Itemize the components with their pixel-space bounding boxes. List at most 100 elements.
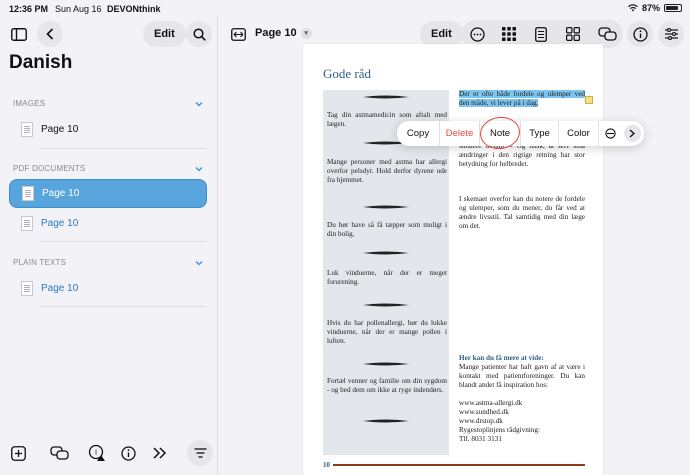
- sidebar-toggle-icon: [11, 27, 27, 41]
- divider: [40, 241, 207, 242]
- highlighted-selection[interactable]: Der er ofte både fordele og ulemper ved …: [459, 90, 585, 107]
- info-button[interactable]: [118, 443, 138, 463]
- status-time: 12:36 PM: [9, 4, 49, 14]
- selection-context-menu: Copy Delete Note Type Color: [397, 121, 644, 146]
- new-item-button[interactable]: [8, 443, 28, 463]
- sidebar-item-pdf-page10-selected[interactable]: Page 10: [9, 179, 207, 208]
- status-bar: 12:36 PM Sun Aug 16 DEVONthink 87%: [0, 0, 690, 16]
- tip-text: Du bør have så få tæpper som muligt i di…: [327, 221, 447, 238]
- chevron-down-icon: ▾: [300, 27, 312, 39]
- add-box-icon: [10, 445, 26, 461]
- tip-text: Mange personer med astma har allergi ove…: [327, 158, 447, 184]
- wifi-icon: [627, 4, 638, 12]
- more-info-block: Her kan du få mere at vide: Mange patien…: [459, 354, 585, 444]
- document-lines-icon: [535, 26, 547, 42]
- page-number: 10: [323, 461, 330, 469]
- sidebar-bottom-toolbar: i: [0, 439, 218, 467]
- divider: [40, 148, 207, 149]
- search-button[interactable]: [186, 21, 212, 47]
- ornament-divider: [363, 303, 409, 307]
- ellipsis-circle-icon: [469, 26, 485, 42]
- delete-menu-item[interactable]: Delete: [440, 121, 479, 146]
- chevron-right-icon: [623, 125, 641, 142]
- sidebar-item-label: Page 10: [41, 217, 79, 229]
- chat-button[interactable]: [48, 443, 72, 463]
- document-thumbnail-icon: [22, 186, 34, 201]
- expand-icon: [230, 27, 246, 41]
- link-line: www.astma-allergi.dk: [459, 399, 523, 407]
- type-menu-item[interactable]: Type: [521, 121, 558, 146]
- document-thumbnail-icon: [21, 215, 33, 231]
- sidebar-toggle-button[interactable]: [6, 20, 32, 48]
- strikethrough-circle-icon: [605, 128, 616, 139]
- sidebar-item-pdf-page10[interactable]: Page 10: [9, 209, 207, 237]
- svg-text:i: i: [95, 448, 97, 457]
- link-line: Rygestoplinjens rådgivning:: [459, 426, 540, 434]
- filter-lines-icon: [194, 448, 206, 458]
- sidebar-item-images-page10[interactable]: Page 10: [9, 115, 207, 143]
- section-header-plain-texts: PLAIN TEXTS: [13, 258, 67, 267]
- ornament-divider: [363, 419, 409, 423]
- document-thumbnail-icon: [21, 280, 33, 296]
- chevron-left-icon: [46, 28, 54, 40]
- info-icon: [632, 26, 648, 42]
- ornament-divider: [363, 95, 409, 99]
- status-right: 87%: [627, 3, 682, 13]
- color-menu-item[interactable]: Color: [559, 121, 598, 146]
- note-menu-item[interactable]: Note: [480, 121, 520, 146]
- warning-info-button[interactable]: i: [86, 442, 108, 464]
- link-line: www.sundhed.dk: [459, 408, 509, 416]
- ornament-divider: [363, 362, 409, 366]
- search-icon: [192, 27, 206, 41]
- footer-rule: [333, 464, 585, 466]
- settings-button[interactable]: [658, 21, 684, 47]
- sidebar-edit-button[interactable]: Edit: [143, 21, 186, 47]
- alert-badge-icon: i: [88, 444, 105, 461]
- sort-filter-button[interactable]: [187, 440, 213, 466]
- fullscreen-button[interactable]: [228, 24, 248, 44]
- document-title-menu[interactable]: Page 10 ▾: [255, 27, 312, 39]
- chat-bubbles-icon: [50, 445, 69, 460]
- ornament-divider: [363, 205, 409, 209]
- body-paragraph: I skemaet overfor kan du notere de forde…: [459, 195, 585, 230]
- note-annotation-icon[interactable]: [585, 96, 593, 104]
- ornament-divider: [363, 251, 409, 255]
- sidebar-item-label: Page 10: [42, 188, 80, 199]
- document-title: Page 10: [255, 27, 297, 39]
- chevron-down-icon[interactable]: [195, 100, 203, 108]
- link-line: www.drstop.dk: [459, 417, 503, 425]
- strikethrough-menu-item[interactable]: [599, 121, 622, 146]
- back-button[interactable]: [37, 21, 63, 47]
- info-icon: [120, 445, 136, 461]
- more-menu-button[interactable]: [622, 121, 642, 146]
- chat-bubbles-icon: [597, 26, 617, 41]
- highlighted-text-block[interactable]: Der er ofte både fordele og ulemper ved …: [459, 90, 585, 108]
- more-info-text: Mange patienter har haft gavn af at være…: [459, 363, 585, 389]
- battery-icon: [664, 4, 682, 12]
- sidebar-toolbar: Edit: [0, 20, 218, 48]
- sidebar-item-label: Page 10: [41, 282, 79, 294]
- tip-text: Luk vinduerne, når der er meget forureni…: [327, 269, 447, 286]
- document-thumbnail-icon: [21, 121, 33, 137]
- sidebar-item-plaintext-page10[interactable]: Page 10: [9, 274, 207, 302]
- divider: [40, 306, 207, 307]
- grid-dots-icon: [502, 27, 516, 41]
- document-info-button[interactable]: [627, 21, 653, 47]
- copy-menu-item[interactable]: Copy: [397, 121, 439, 146]
- page-heading: Gode råd: [323, 66, 372, 81]
- double-chevron-right-icon: [153, 447, 167, 459]
- pdf-page[interactable]: Gode råd Tag din astmamedicin som aftalt…: [303, 44, 603, 475]
- more-info-heading: Her kan du få mere at vide:: [459, 354, 544, 362]
- status-date: Sun Aug 16: [55, 4, 102, 14]
- status-app-name: DEVONthink: [107, 4, 161, 14]
- link-line: Tlf. 8031 3131: [459, 435, 502, 443]
- four-squares-icon: [566, 27, 580, 41]
- battery-percent: 87%: [641, 3, 660, 13]
- chevron-down-icon[interactable]: [195, 165, 203, 173]
- battery-level-fill: [666, 6, 679, 10]
- tip-text: Fortæl venner og familie om din sygdom -…: [327, 377, 447, 394]
- sliders-icon: [664, 28, 678, 40]
- chevron-down-icon[interactable]: [195, 259, 203, 267]
- forward-button[interactable]: [150, 443, 170, 463]
- tip-text: Hvis du har pollenallergi, bør du lukke …: [327, 319, 447, 345]
